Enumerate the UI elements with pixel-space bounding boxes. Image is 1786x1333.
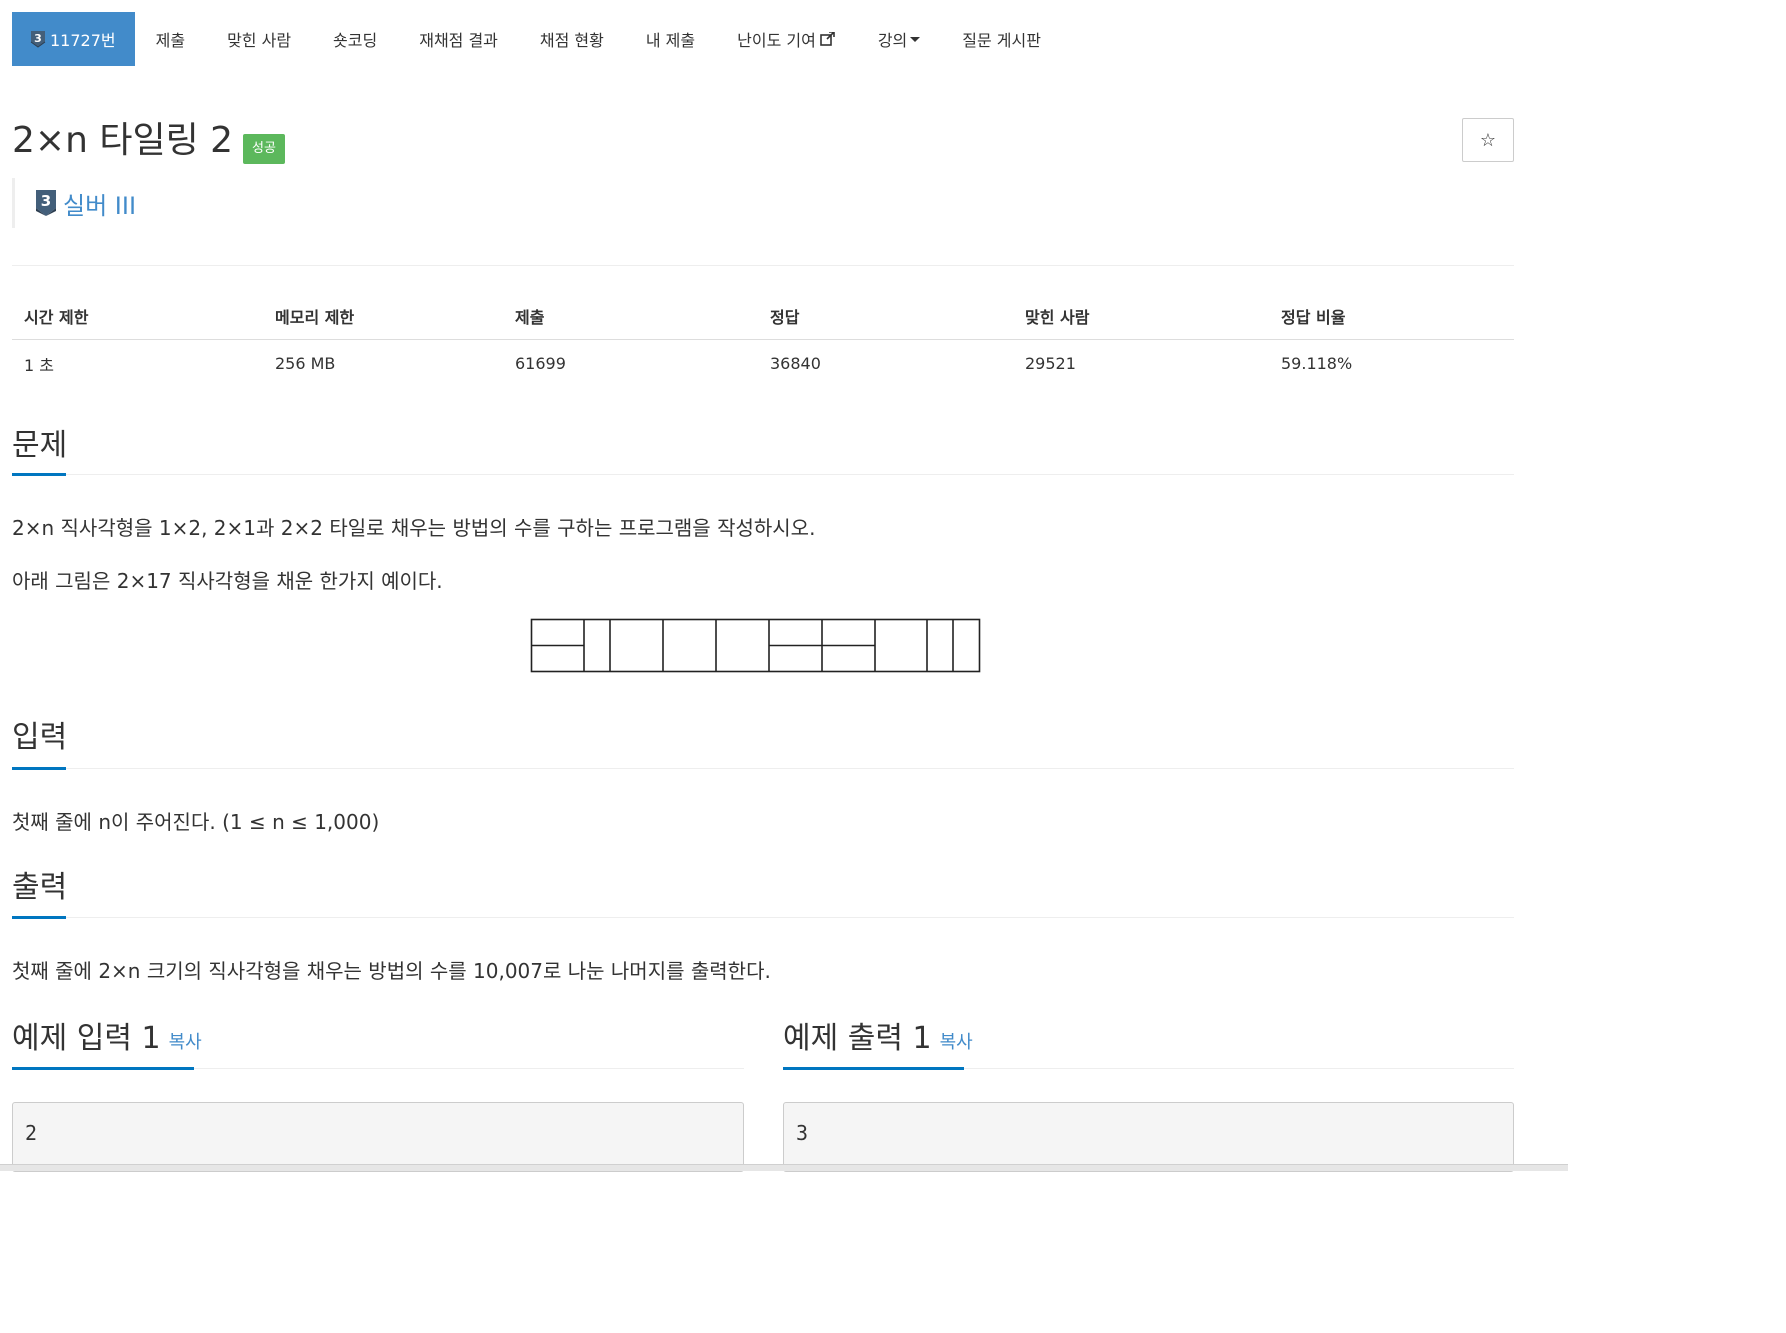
status-badge: 성공 <box>243 134 285 164</box>
nav-judge-status[interactable]: 채점 현황 <box>519 12 625 66</box>
header-solved-users: 맞힌 사람 <box>1025 307 1090 327</box>
section-title-input: 입력 <box>12 720 68 755</box>
nav-question-board[interactable]: 질문 게시판 <box>941 12 1062 66</box>
submissions-value: 61699 <box>515 354 566 373</box>
section-divider <box>12 917 1514 918</box>
input-description: 첫째 줄에 n이 주어진다. (1 ≤ n ≤ 1,000) <box>12 810 380 834</box>
section-title-description: 문제 <box>12 428 68 463</box>
accept-rate-value: 59.118% <box>1281 354 1353 373</box>
section-underline <box>12 473 66 476</box>
table-header-row: 시간 제한 메모리 제한 제출 정답 맞힌 사람 정답 비율 <box>12 292 1514 340</box>
problem-page: 3 11727번 제출 맞힌 사람 숏코딩 재채점 결과 채점 현황 내 제출 … <box>0 0 1568 1172</box>
section-underline <box>783 1067 964 1070</box>
problem-title: 2×n 타일링 2 <box>12 120 234 161</box>
tier-block: 3 실버 III <box>12 178 136 228</box>
accepted-value: 36840 <box>770 354 821 373</box>
section-underline <box>12 1067 194 1070</box>
nav-submit[interactable]: 제출 <box>135 12 206 66</box>
window-bottom-edge <box>0 1164 1568 1171</box>
sample-output-title-row: 예제 출력 1 복사 <box>783 1019 973 1063</box>
nav-solved-users[interactable]: 맞힌 사람 <box>206 12 312 66</box>
divider <box>12 265 1514 266</box>
nav-difficulty-contribution[interactable]: 난이도 기여 <box>716 12 857 66</box>
nav-short-coding[interactable]: 숏코딩 <box>312 12 398 66</box>
problem-title-row: 2×n 타일링 2 성공 <box>12 118 285 164</box>
header-time-limit: 시간 제한 <box>24 307 89 327</box>
caret-down-icon <box>910 36 921 42</box>
sample-input-title-row: 예제 입력 1 복사 <box>12 1019 202 1063</box>
sample-input-box[interactable]: 2 <box>12 1102 744 1172</box>
description-line-2: 아래 그림은 2×17 직사각형을 채운 한가지 예이다. <box>12 569 443 593</box>
nav-rejudge-results[interactable]: 재채점 결과 <box>398 12 519 66</box>
difficulty-contribution-label: 난이도 기여 <box>737 31 816 50</box>
svg-text:3: 3 <box>34 32 42 45</box>
problem-info-table: 시간 제한 메모리 제한 제출 정답 맞힌 사람 정답 비율 1 초 256 M… <box>12 292 1514 387</box>
description-line-1: 2×n 직사각형을 1×2, 2×1과 2×2 타일로 채우는 방법의 수를 구… <box>12 516 816 540</box>
sample-output-title: 예제 출력 1 <box>783 1021 932 1056</box>
tier-name: 실버 III <box>63 191 137 220</box>
header-memory-limit: 메모리 제한 <box>275 307 355 327</box>
copy-sample-output-button[interactable]: 복사 <box>940 1032 973 1053</box>
header-submissions: 제출 <box>515 307 545 327</box>
copy-sample-input-button[interactable]: 복사 <box>169 1032 202 1053</box>
tiling-example-image <box>530 618 981 673</box>
star-button[interactable]: ☆ <box>1462 118 1514 162</box>
problem-number-label: 11727번 <box>50 31 116 50</box>
solved-users-value: 29521 <box>1025 354 1076 373</box>
section-title-output: 출력 <box>12 870 68 905</box>
star-icon: ☆ <box>1479 129 1497 151</box>
memory-limit-value: 256 MB <box>275 354 336 373</box>
header-accept-rate: 정답 비율 <box>1281 307 1346 327</box>
nav-problem-number[interactable]: 3 11727번 <box>12 12 135 66</box>
tier-number: 3 <box>41 192 51 210</box>
sample-input-title: 예제 입력 1 <box>12 1021 161 1056</box>
nav-lectures-dropdown[interactable]: 강의 <box>857 12 941 66</box>
output-description: 첫째 줄에 2×n 크기의 직사각형을 채우는 방법의 수를 10,007로 나… <box>12 959 771 983</box>
section-underline <box>12 916 66 919</box>
table-row: 1 초 256 MB 61699 36840 29521 59.118% <box>12 340 1514 387</box>
lectures-label: 강의 <box>877 31 908 50</box>
nav-my-submissions[interactable]: 내 제출 <box>625 12 716 66</box>
header-accepted: 정답 <box>770 307 800 327</box>
silver-tier-icon: 3 <box>30 31 46 48</box>
section-divider <box>12 768 1514 769</box>
external-link-icon <box>820 32 835 46</box>
problem-nav: 3 11727번 제출 맞힌 사람 숏코딩 재채점 결과 채점 현황 내 제출 … <box>12 12 1062 66</box>
time-limit-value: 1 초 <box>24 355 54 375</box>
section-divider <box>12 474 1514 475</box>
sample-output-box[interactable]: 3 <box>783 1102 1514 1172</box>
section-underline <box>12 767 66 770</box>
silver-tier-icon: 3 <box>36 190 56 216</box>
